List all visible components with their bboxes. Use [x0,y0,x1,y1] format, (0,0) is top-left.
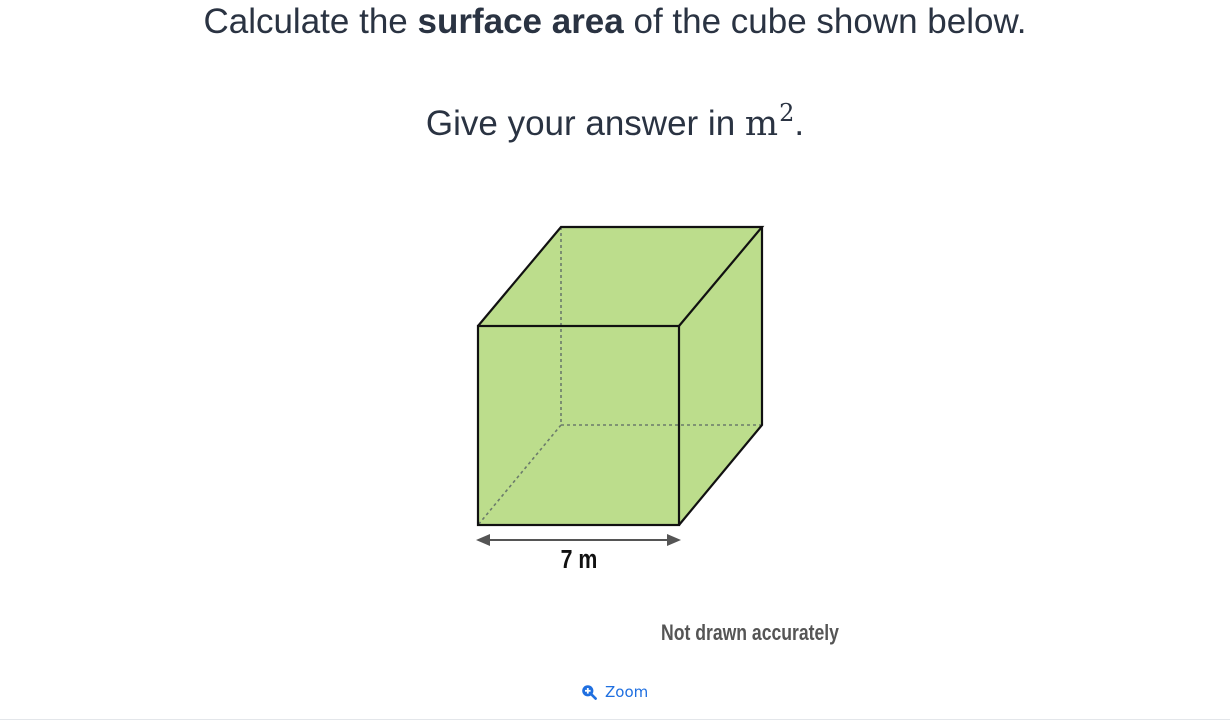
zoom-label: Zoom [605,683,649,701]
cube-front-face [478,326,679,525]
dimension-label: 7 m [561,545,598,575]
cube-diagram: 7 m Not drawn accurately [476,225,839,646]
not-drawn-accurately-note: Not drawn accurately [661,621,839,645]
dimension-arrow-head-left [476,534,490,546]
bottom-divider [0,719,1230,720]
zoom-button[interactable]: Zoom [575,678,654,706]
zoom-in-icon [581,684,597,700]
dimension-arrow-head-right [667,534,681,546]
